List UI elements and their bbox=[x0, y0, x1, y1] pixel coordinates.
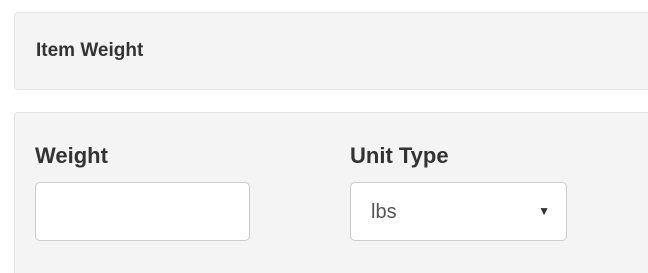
unit-type-label: Unit Type bbox=[350, 143, 449, 168]
page: Item Weight Weight Unit Type lbs ▼ bbox=[0, 0, 648, 273]
weight-label: Weight bbox=[35, 143, 108, 168]
item-weight-panel-body: Weight Unit Type lbs ▼ bbox=[14, 112, 648, 273]
unit-type-select[interactable]: lbs ▼ bbox=[350, 182, 567, 241]
weight-input[interactable] bbox=[35, 182, 250, 241]
unit-type-selected-value: lbs bbox=[371, 201, 397, 223]
panel-title: Item Weight bbox=[36, 40, 144, 61]
item-weight-panel-header: Item Weight bbox=[14, 12, 648, 90]
chevron-down-icon: ▼ bbox=[538, 204, 550, 218]
